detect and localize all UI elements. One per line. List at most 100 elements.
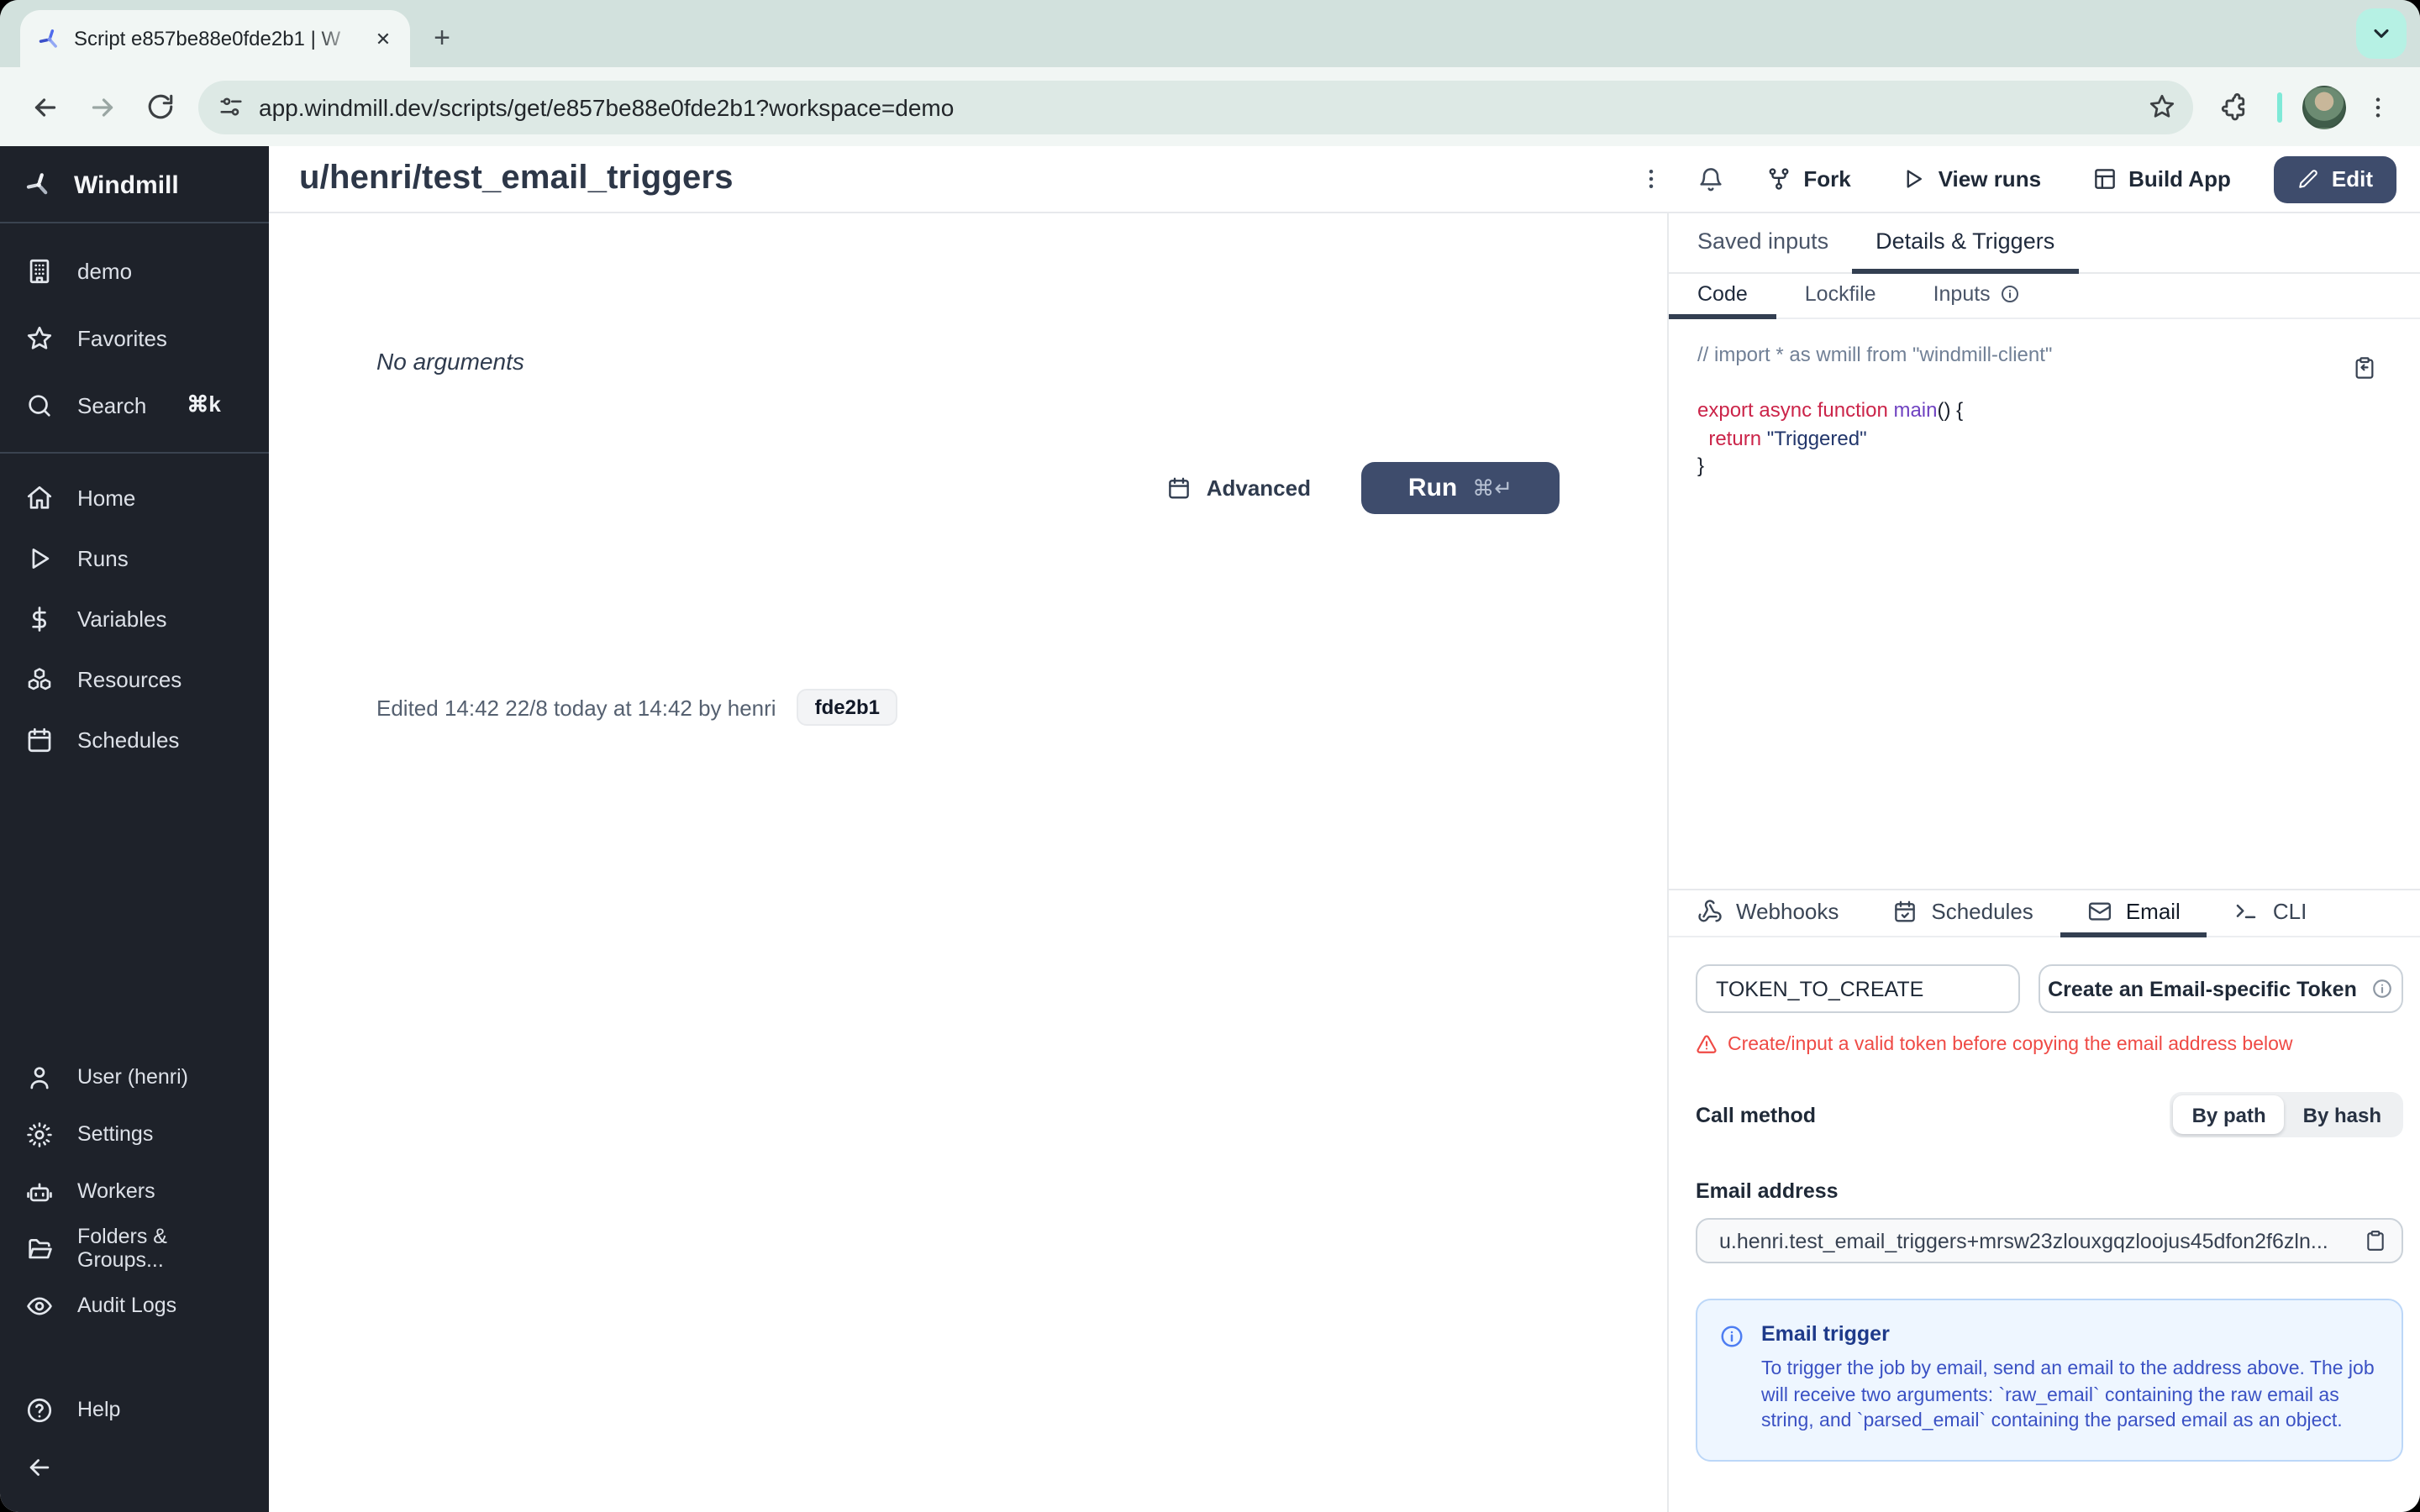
view-runs-label: View runs <box>1938 166 2042 192</box>
email-address-input[interactable] <box>1716 1227 2351 1254</box>
calendar-icon <box>25 725 54 753</box>
sidebar-item-settings[interactable]: Settings <box>0 1105 269 1163</box>
browser-toolbar: app.windmill.dev/scripts/get/e857be88e0f… <box>0 67 2420 146</box>
subtab-code[interactable]: Code <box>1669 274 1776 319</box>
code-viewer[interactable]: // import * as wmill from "windmill-clie… <box>1669 319 2420 889</box>
script-hash-badge[interactable]: fde2b1 <box>796 689 898 726</box>
sidebar-item-workspace[interactable]: demo <box>0 237 269 304</box>
more-options-button[interactable] <box>1628 157 1672 201</box>
token-warning-text: Create/input a valid token before copyin… <box>1728 1034 2293 1054</box>
reload-button[interactable] <box>134 81 185 132</box>
dollar-icon <box>25 604 54 633</box>
token-warning: Create/input a valid token before copyin… <box>1696 1033 2403 1055</box>
tab-email[interactable]: Email <box>2060 890 2207 937</box>
sidebar-item-runs[interactable]: Runs <box>0 528 269 588</box>
sidebar-item-user[interactable]: User (henri) <box>0 1048 269 1105</box>
sidebar-item-label: Home <box>77 485 136 510</box>
advanced-button[interactable]: Advanced <box>1166 475 1311 501</box>
tab-search-chevron-button[interactable] <box>2356 8 2407 59</box>
subtab-lockfile[interactable]: Lockfile <box>1776 274 1905 319</box>
create-email-token-label: Create an Email-specific Token <box>2048 977 2357 1000</box>
sidebar-item-home[interactable]: Home <box>0 467 269 528</box>
run-controls: Advanced Run ⌘↵ <box>376 462 1560 514</box>
call-method-toggle: By path By hash <box>2170 1092 2403 1137</box>
sidebar-item-help[interactable]: Help <box>0 1381 269 1438</box>
tab-close-icon[interactable]: ✕ <box>370 25 397 52</box>
copy-email-button[interactable] <box>2365 1230 2386 1252</box>
tab-schedules-label: Schedules <box>1931 899 2033 924</box>
sidebar-collapse-button[interactable] <box>0 1438 269 1495</box>
edit-button[interactable]: Edit <box>2274 155 2396 202</box>
gear-icon <box>25 1120 54 1148</box>
by-path-option[interactable]: By path <box>2173 1095 2285 1134</box>
build-app-button[interactable]: Build App <box>2075 155 2248 202</box>
webhook-icon <box>1697 899 1723 924</box>
notifications-button[interactable] <box>1689 157 1733 201</box>
code-keyword: export async function <box>1697 398 1894 422</box>
sidebar-item-label: Resources <box>77 666 182 691</box>
tab-cli-label: CLI <box>2272 899 2307 924</box>
site-settings-icon[interactable] <box>218 94 244 119</box>
code-function-name: main <box>1893 398 1938 422</box>
sidebar-item-folders-groups[interactable]: Folders & Groups... <box>0 1220 269 1277</box>
browser-tab[interactable]: Script e857be88e0fde2b1 | W ✕ <box>20 10 410 67</box>
token-input[interactable] <box>1696 964 2020 1013</box>
sidebar-group-footer: Help <box>0 1347 269 1512</box>
profile-avatar[interactable] <box>2302 85 2346 129</box>
details-panel: Saved inputs Details & Triggers Code Loc… <box>1667 213 2420 1512</box>
url-text[interactable]: app.windmill.dev/scripts/get/e857be88e0f… <box>259 93 2133 120</box>
sidebar-brand[interactable]: Windmill <box>0 148 269 222</box>
email-trigger-info-box: Email trigger To trigger the job by emai… <box>1696 1299 2403 1461</box>
by-hash-option[interactable]: By hash <box>2285 1095 2400 1134</box>
toolbar-divider <box>2277 92 2282 122</box>
fork-button[interactable]: Fork <box>1749 155 1867 202</box>
info-icon <box>2001 284 2021 304</box>
calendar-check-icon <box>1892 899 1918 924</box>
alert-triangle-icon <box>1696 1033 1718 1055</box>
forward-button[interactable] <box>77 81 128 132</box>
home-icon <box>25 483 54 512</box>
tab-cli[interactable]: CLI <box>2207 890 2333 937</box>
view-runs-button[interactable]: View runs <box>1885 155 2058 202</box>
run-shortcut: ⌘↵ <box>1472 475 1513 500</box>
copy-code-button[interactable] <box>2353 356 2376 380</box>
run-button[interactable]: Run ⌘↵ <box>1361 462 1560 514</box>
play-icon <box>25 543 54 572</box>
sidebar-item-label: Variables <box>77 606 167 631</box>
sidebar-item-label: Runs <box>77 545 129 570</box>
url-bar[interactable]: app.windmill.dev/scripts/get/e857be88e0f… <box>198 80 2193 134</box>
header-actions: Fork View runs Build App Edit <box>1628 155 2396 202</box>
cubes-icon <box>25 664 54 693</box>
screen: Script e857be88e0fde2b1 | W ✕ + app.wind… <box>0 0 2420 1512</box>
sidebar-item-resources[interactable]: Resources <box>0 648 269 709</box>
sidebar-item-workers[interactable]: Workers <box>0 1163 269 1220</box>
tab-details-triggers[interactable]: Details & Triggers <box>1852 213 2079 274</box>
tab-saved-inputs[interactable]: Saved inputs <box>1674 213 1852 274</box>
back-button[interactable] <box>20 81 71 132</box>
browser-tab-strip: Script e857be88e0fde2b1 | W ✕ + <box>0 0 2420 67</box>
windmill-logo-icon <box>24 170 54 200</box>
tab-schedules[interactable]: Schedules <box>1865 890 2060 937</box>
help-circle-icon <box>25 1395 54 1424</box>
sidebar-item-schedules[interactable]: Schedules <box>0 709 269 769</box>
arrow-left-icon <box>25 1452 54 1481</box>
create-email-token-button[interactable]: Create an Email-specific Token <box>2039 964 2403 1013</box>
bookmark-star-icon[interactable] <box>2148 92 2176 121</box>
info-content: Email trigger To trigger the job by emai… <box>1761 1322 2378 1436</box>
sidebar-item-search[interactable]: Search ⌘k <box>0 371 269 438</box>
tab-webhooks[interactable]: Webhooks <box>1669 890 1865 937</box>
arrow-right-icon <box>92 97 113 116</box>
browser-menu-button[interactable] <box>2353 81 2403 132</box>
sidebar-item-favorites[interactable]: Favorites <box>0 304 269 371</box>
sidebar: Windmill demo Favorites Search ⌘k Home R… <box>0 146 269 1512</box>
sidebar-item-label: Audit Logs <box>77 1294 177 1317</box>
edit-label: Edit <box>2331 166 2373 192</box>
sidebar-item-audit-logs[interactable]: Audit Logs <box>0 1277 269 1334</box>
sidebar-item-variables[interactable]: Variables <box>0 588 269 648</box>
subtab-inputs[interactable]: Inputs <box>1905 274 2049 319</box>
extensions-button[interactable] <box>2207 81 2257 132</box>
subtab-lockfile-label: Lockfile <box>1804 282 1876 306</box>
new-tab-button[interactable]: + <box>420 17 464 60</box>
